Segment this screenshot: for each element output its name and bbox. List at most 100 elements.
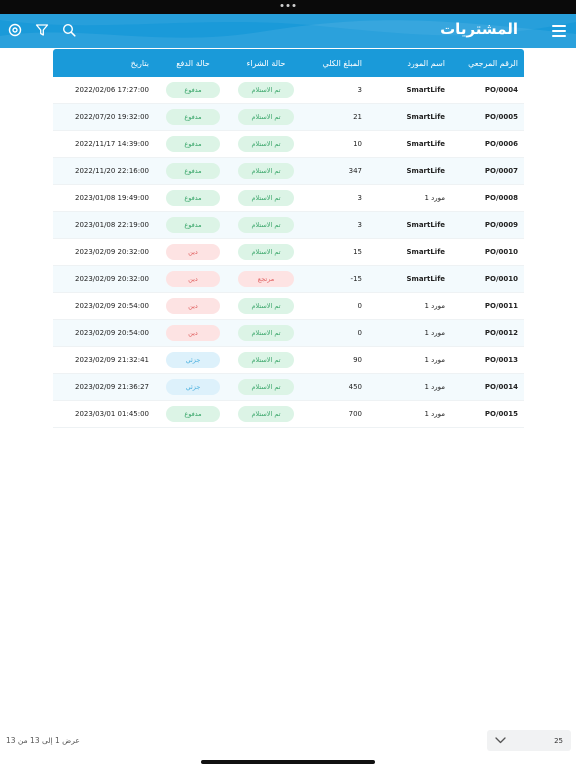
purchase-status-badge: تم الاستلام (238, 217, 294, 233)
search-button[interactable] (60, 21, 78, 39)
purchase-status-badge: تم الاستلام (238, 352, 294, 368)
cell-date: 2023/02/09 20:54:00 (53, 320, 159, 346)
table-row[interactable]: PO/0010 SmartLife 15- مرتجع دين 2023/02/09 20… (53, 266, 524, 293)
cell-supplier: مورد 1 (424, 329, 445, 337)
cell-total: 450 (348, 383, 362, 391)
cell-payment-status: دين (159, 293, 227, 319)
col-date-header[interactable]: بتاريخ (53, 49, 159, 77)
cell-date: 2022/11/20 22:16:00 (53, 158, 159, 184)
cell-total: 15- (350, 275, 362, 283)
date-text: 2023/02/09 21:32:41 (74, 356, 149, 364)
cell-total: 21 (353, 113, 362, 121)
page-title: المشتريات (440, 20, 518, 38)
table-row[interactable]: PO/0010 SmartLife 15 تم الاستلام دين 2023/02/… (53, 239, 524, 266)
cell-payment-status: مدفوع (159, 131, 227, 157)
cell-date: 2023/02/09 20:54:00 (53, 293, 159, 319)
payment-status-badge: دين (166, 325, 220, 341)
payment-status-badge: مدفوع (166, 136, 220, 152)
date-text: 2023/02/09 20:54:00 (74, 329, 149, 337)
col-ref-header[interactable]: الرقم المرجعي (451, 49, 524, 77)
date-text: 2022/02/06 17:27:00 (74, 86, 149, 94)
view-icon (8, 23, 22, 37)
menu-icon-bar (552, 30, 566, 32)
payment-status-badge: مدفوع (166, 163, 220, 179)
cell-supplier: مورد 1 (424, 383, 445, 391)
cell-purchase-status: تم الاستلام (227, 401, 305, 427)
table-row[interactable]: PO/0008 مورد 1 3 تم الاستلام مدفوع 2023/01/08… (53, 185, 524, 212)
cell-supplier: SmartLife (406, 275, 445, 283)
app-bar: المشتريات (0, 14, 576, 48)
pagination-count: عرض 1 إلى 13 من 13 (6, 736, 80, 745)
cell-supplier: SmartLife (406, 113, 445, 121)
cell-supplier: SmartLife (406, 167, 445, 175)
table-row[interactable]: PO/0014 مورد 1 450 تم الاستلام جزئي 2023/02/0… (53, 374, 524, 401)
menu-icon-bar (552, 35, 566, 37)
payment-status-badge: جزئي (166, 352, 220, 368)
table-row[interactable]: PO/0006 SmartLife 10 تم الاستلام مدفوع 2022/1… (53, 131, 524, 158)
filter-button[interactable] (33, 21, 51, 39)
payment-status-badge: مدفوع (166, 82, 220, 98)
cell-purchase-status: تم الاستلام (227, 77, 305, 103)
home-indicator[interactable] (201, 760, 375, 764)
cell-payment-status: دين (159, 239, 227, 265)
date-text: 2023/02/09 20:32:00 (74, 248, 149, 256)
cell-total: 3 (357, 86, 362, 94)
payment-status-badge: دين (166, 244, 220, 260)
col-total-header[interactable]: المبلغ الكلي (305, 49, 378, 77)
date-text: 2023/01/08 19:49:00 (74, 194, 149, 202)
col-payment-status-header[interactable]: حالة الدفع (159, 49, 227, 77)
purchase-status-badge: تم الاستلام (238, 136, 294, 152)
table-row[interactable]: PO/0005 SmartLife 21 تم الاستلام مدفوع 2022/0… (53, 104, 524, 131)
cell-ref: PO/0015 (484, 410, 518, 418)
cell-total: 347 (348, 167, 362, 175)
cell-ref: PO/0011 (484, 302, 518, 310)
table-row[interactable]: PO/0004 SmartLife 3 تم الاستلام مدفوع 2022/02… (53, 77, 524, 104)
table-row[interactable]: PO/0007 SmartLife 347 تم الاستلام مدفوع 2022/… (53, 158, 524, 185)
cell-payment-status: مدفوع (159, 77, 227, 103)
purchase-status-badge: تم الاستلام (238, 406, 294, 422)
cell-date: 2023/02/09 21:36:27 (53, 374, 159, 400)
purchase-status-badge: تم الاستلام (238, 82, 294, 98)
table-header: الرقم المرجعي اسم المورد المبلغ الكلي حا… (53, 49, 524, 77)
table-row[interactable]: PO/0013 مورد 1 90 تم الاستلام جزئي 2023/02/09… (53, 347, 524, 374)
cell-purchase-status: تم الاستلام (227, 293, 305, 319)
menu-icon-bar (552, 25, 566, 27)
cell-ref: PO/0007 (484, 167, 518, 175)
cell-purchase-status: تم الاستلام (227, 185, 305, 211)
table-row[interactable]: PO/0009 SmartLife 3 تم الاستلام مدفوع 2023/01… (53, 212, 524, 239)
table-row[interactable]: PO/0011 مورد 1 0 تم الاستلام دين 2023/02/09 2… (53, 293, 524, 320)
cell-total: 3 (357, 194, 362, 202)
view-button[interactable] (6, 21, 24, 39)
purchase-status-badge: تم الاستلام (238, 298, 294, 314)
menu-button[interactable] (548, 20, 570, 42)
date-text: 2023/02/09 20:54:00 (74, 302, 149, 310)
table-row[interactable]: PO/0012 مورد 1 0 تم الاستلام دين 2023/02/09 2… (53, 320, 524, 347)
page-size-select[interactable]: 25 (487, 730, 571, 751)
date-text: 2022/11/20 22:16:00 (74, 167, 149, 175)
cell-purchase-status: تم الاستلام (227, 320, 305, 346)
cell-payment-status: جزئي (159, 347, 227, 373)
payment-status-badge: دين (166, 298, 220, 314)
cell-supplier: SmartLife (406, 140, 445, 148)
cell-date: 2022/02/06 17:27:00 (53, 77, 159, 103)
cell-ref: PO/0013 (484, 356, 518, 364)
cell-date: 2023/03/01 01:45:00 (53, 401, 159, 427)
cell-payment-status: جزئي (159, 374, 227, 400)
cell-supplier: SmartLife (406, 221, 445, 229)
table-row[interactable]: PO/0015 مورد 1 700 تم الاستلام مدفوع 2023/03/… (53, 401, 524, 428)
cell-payment-status: مدفوع (159, 212, 227, 238)
cell-ref: PO/0014 (484, 383, 518, 391)
payment-status-badge: مدفوع (166, 217, 220, 233)
cell-date: 2023/02/09 21:32:41 (53, 347, 159, 373)
purchase-status-badge: مرتجع (238, 271, 294, 287)
chevron-down-icon (495, 737, 506, 744)
cell-date: 2023/02/09 20:32:00 (53, 266, 159, 292)
date-text: 2023/02/09 21:36:27 (74, 383, 149, 391)
multitask-dots-icon[interactable] (280, 4, 296, 7)
cell-purchase-status: تم الاستلام (227, 347, 305, 373)
cell-date: 2022/07/20 19:32:00 (53, 104, 159, 130)
cell-date: 2023/01/08 22:19:00 (53, 212, 159, 238)
col-supplier-header[interactable]: اسم المورد (378, 49, 451, 77)
col-purchase-status-header[interactable]: حالة الشراء (227, 49, 305, 77)
cell-ref: PO/0012 (484, 329, 518, 337)
